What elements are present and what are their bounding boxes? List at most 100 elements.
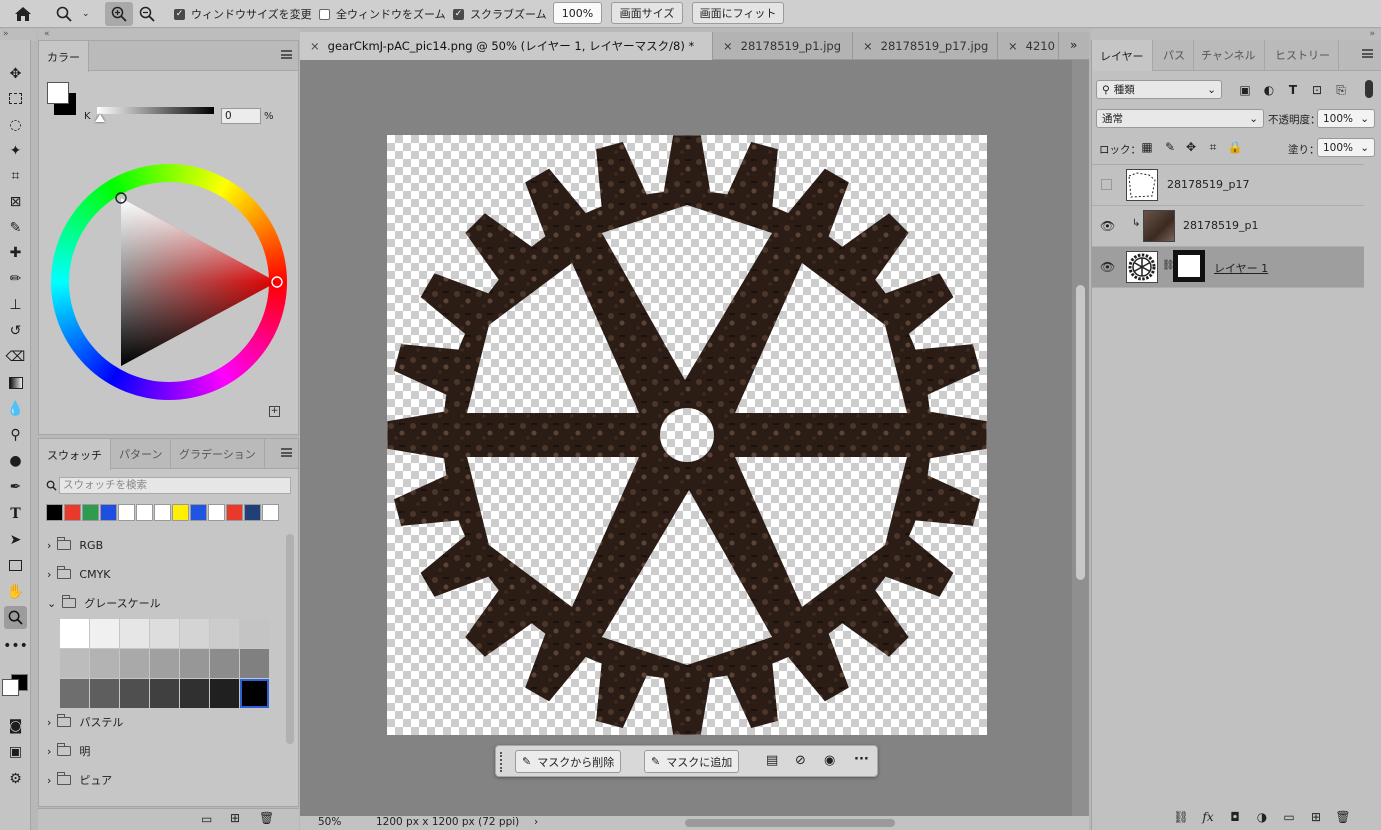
close-icon[interactable]: × <box>1008 39 1018 53</box>
layer-filter-select[interactable]: ⚲ 種類 ⌄ <box>1096 80 1222 99</box>
dodge-tool-icon[interactable]: ⚲ <box>4 423 27 446</box>
more-options-icon[interactable]: ··· <box>854 752 869 767</box>
zoom-tool-icon[interactable] <box>4 606 27 629</box>
subtract-from-mask-button[interactable]: ✎ マスクから削除 <box>515 750 622 773</box>
gray-swatch[interactable] <box>90 649 119 678</box>
adjustment-layer-icon[interactable]: ◑ <box>1253 808 1271 826</box>
zoom-value-field[interactable]: 100% <box>553 2 602 24</box>
zoom-in-button[interactable] <box>105 2 133 26</box>
panel-menu-icon[interactable] <box>281 448 292 457</box>
zoom-tool-preset-icon[interactable] <box>56 0 72 28</box>
gray-swatch[interactable] <box>180 619 209 648</box>
crop-tool-icon[interactable]: ⌗ <box>4 164 27 187</box>
document-tab[interactable]: × 28178519_p1.jpg <box>713 32 853 60</box>
document-tab[interactable]: × 28178519_p17.jpg <box>853 32 998 60</box>
disable-mask-icon[interactable]: ⊘ <box>795 753 806 768</box>
recent-color-swatch[interactable] <box>100 504 117 521</box>
recent-color-swatch[interactable] <box>208 504 225 521</box>
tab-history[interactable]: ヒストリー <box>1267 40 1339 70</box>
close-icon[interactable]: × <box>723 39 733 53</box>
healing-brush-tool-icon[interactable]: ✚ <box>4 241 27 264</box>
new-group-folder-icon[interactable]: ▭ <box>201 812 212 826</box>
document-tab[interactable]: × 4210 <box>998 32 1059 60</box>
lock-image-icon[interactable]: ✎ <box>1161 138 1179 156</box>
swatch-search-input[interactable]: スウォッチを検索 <box>59 477 291 494</box>
lock-transparency-icon[interactable]: ▦ <box>1138 138 1156 156</box>
tab-swatches[interactable]: スウォッチ <box>39 439 111 470</box>
recent-color-swatch[interactable] <box>46 504 63 521</box>
tab-layers[interactable]: レイヤー <box>1092 40 1153 71</box>
lasso-tool-icon[interactable]: ◌ <box>4 113 27 136</box>
history-brush-tool-icon[interactable]: ↺ <box>4 319 27 342</box>
fill-screen-button[interactable]: 画面にフィット <box>692 2 784 24</box>
color-triangle[interactable] <box>51 164 287 400</box>
recent-color-swatch[interactable] <box>64 504 81 521</box>
recent-color-swatch[interactable] <box>136 504 153 521</box>
foreground-color-chip[interactable] <box>47 82 69 104</box>
k-slider[interactable] <box>97 107 214 114</box>
swatch-group-cmyk[interactable]: › CMYK <box>47 561 111 587</box>
layer-mask-thumbnail[interactable] <box>1173 250 1205 282</box>
swatch-group-grayscale[interactable]: ⌄ グレースケール <box>47 590 161 616</box>
lock-all-icon[interactable]: 🔒 <box>1226 138 1244 156</box>
share-icon[interactable]: ⚙ <box>4 767 27 790</box>
visibility-toggle[interactable] <box>1101 179 1112 190</box>
gray-swatch[interactable] <box>150 619 179 648</box>
gray-swatch[interactable] <box>210 619 239 648</box>
fill-field[interactable]: 100% ⌄ <box>1317 138 1375 157</box>
eyedropper-tool-icon[interactable]: ✎ <box>4 216 27 239</box>
swatch-group-light[interactable]: › 明 <box>47 738 90 764</box>
marquee-tool-icon[interactable] <box>4 87 27 110</box>
trash-icon[interactable]: 🗑 <box>259 811 274 825</box>
trash-icon[interactable]: 🗑 <box>1334 808 1352 826</box>
document-canvas[interactable] <box>387 135 987 735</box>
color-wheel[interactable] <box>51 164 287 400</box>
recent-color-swatch[interactable] <box>118 504 135 521</box>
chevron-right-icon[interactable]: › <box>534 816 538 828</box>
close-icon[interactable]: × <box>310 39 320 53</box>
recent-color-swatch[interactable] <box>262 504 279 521</box>
filter-adjustment-icon[interactable]: ◐ <box>1260 81 1278 99</box>
recent-color-swatch[interactable] <box>154 504 171 521</box>
swatch-scrollbar[interactable] <box>286 534 294 744</box>
gray-swatch[interactable] <box>60 619 89 648</box>
gradient-tool-icon[interactable] <box>4 371 27 394</box>
color-swatches[interactable] <box>1 660 31 702</box>
gray-swatch[interactable] <box>60 679 89 708</box>
layer-row-selected[interactable]: 👁 ⛓ レイヤー 1 <box>1092 247 1364 288</box>
gray-swatch[interactable] <box>240 679 269 708</box>
quick-mask-icon[interactable]: ◙ <box>4 714 27 737</box>
filter-toggle[interactable] <box>1365 80 1373 98</box>
swatch-group-pure[interactable]: › ピュア <box>47 767 112 793</box>
eye-icon[interactable]: 👁 <box>1100 260 1115 274</box>
gray-swatch[interactable] <box>180 649 209 678</box>
eye-icon[interactable]: 👁 <box>1100 219 1115 233</box>
recent-color-swatch[interactable] <box>190 504 207 521</box>
horizontal-scrollbar-thumb[interactable] <box>685 819 895 827</box>
tab-channels[interactable]: チャンネル <box>1193 40 1265 70</box>
swatch-group-rgb[interactable]: › RGB <box>47 532 103 558</box>
move-tool-icon[interactable]: ✥ <box>4 62 27 85</box>
filter-type-icon[interactable]: T <box>1284 81 1302 99</box>
gray-swatch[interactable] <box>210 649 239 678</box>
mask-options-icon[interactable]: ▤ <box>766 753 778 768</box>
resize-windows-checkbox[interactable]: ✓ ウィンドウサイズを変更 <box>174 0 312 28</box>
k-value-field[interactable]: 0 <box>221 108 261 124</box>
tab-patterns[interactable]: パターン <box>111 439 172 469</box>
gray-swatch[interactable] <box>210 679 239 708</box>
close-icon[interactable]: × <box>863 39 873 53</box>
gray-swatch[interactable] <box>240 649 269 678</box>
gray-swatch[interactable] <box>60 649 89 678</box>
scrubby-zoom-checkbox[interactable]: ✓ スクラブズーム <box>453 0 547 28</box>
gray-swatch[interactable] <box>150 679 179 708</box>
filter-shape-icon[interactable]: ⊡ <box>1308 81 1326 99</box>
gray-swatch[interactable] <box>120 649 149 678</box>
magic-wand-tool-icon[interactable]: ✦ <box>4 139 27 162</box>
add-to-mask-button[interactable]: ✎ マスクに追加 <box>644 750 740 773</box>
blur-tool-icon[interactable]: 💧 <box>4 397 27 420</box>
k-slider-handle[interactable] <box>95 114 105 122</box>
gray-swatch[interactable] <box>120 619 149 648</box>
lock-artboard-icon[interactable]: ⌗ <box>1204 138 1222 156</box>
path-selection-tool-icon[interactable]: ➤ <box>4 528 27 551</box>
add-mask-icon[interactable]: ◘ <box>1226 808 1244 826</box>
